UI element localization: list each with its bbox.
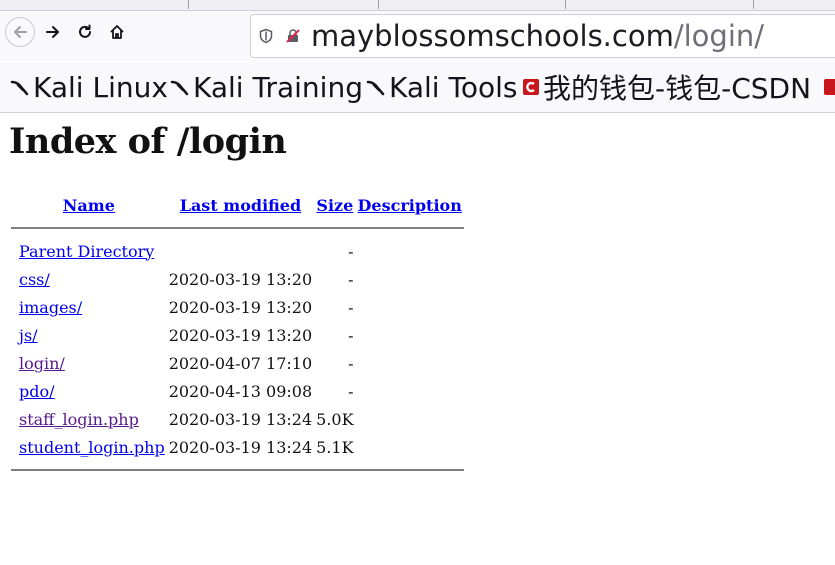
table-row: login/ 2020-04-07 17:10 - [11,349,464,377]
sort-by-description-link[interactable]: Description [358,196,462,215]
kali-dragon-icon [366,80,385,96]
tracking-shield-icon[interactable] [258,28,274,44]
modified-cell: 2020-03-19 13:20 [168,325,313,345]
description-cell [356,321,464,349]
csdn-icon [523,79,539,95]
modified-cell [167,237,314,265]
table-row: js/ 2020-03-19 13:20 - [11,321,464,349]
file-link[interactable]: student_login.php [19,438,165,457]
table-row: css/ 2020-03-19 13:20 - [11,265,464,293]
forward-arrow-icon [46,26,59,38]
table-row: Parent Directory - [11,237,464,265]
size-cell: 5.1K [316,437,354,457]
kali-dragon-icon [170,80,189,96]
size-cell: - [348,269,354,289]
bookmark-csdn-wallet[interactable]: 我的钱包-钱包-CSDN [522,70,812,105]
insecure-lock-icon[interactable] [285,28,301,44]
bookmark-kali-linux[interactable]: Kali Linux [10,70,168,104]
size-cell: 5.0K [316,409,354,429]
horizontal-rule [11,469,464,471]
tab-divider [565,0,566,9]
table-row: pdo/ 2020-04-13 09:08 - [11,377,464,405]
directory-link[interactable]: images/ [19,298,82,317]
directory-link[interactable]: css/ [19,270,50,289]
column-header-size: Size [314,191,355,219]
modified-cell: 2020-03-19 13:20 [168,269,313,289]
sort-by-size-link[interactable]: Size [316,196,353,215]
bookmarks-toolbar: Kali Linux Kali Training Kali Tools 我的钱包… [0,62,835,113]
url-text[interactable]: mayblossomschools.com/login/ [311,18,764,54]
column-header-description: Description [356,191,464,219]
sort-by-modified-link[interactable]: Last modified [180,196,301,215]
size-cell: - [348,353,354,373]
reload-icon [79,24,91,38]
kali-dragon-icon [10,80,29,96]
url-path: /login/ [673,19,765,53]
forward-button[interactable] [38,17,68,47]
table-row: student_login.php 2020-03-19 13:24 5.1K [11,433,464,461]
table-row: images/ 2020-03-19 13:20 - [11,293,464,321]
bookmark-label: Kali Linux [33,70,168,104]
modified-cell: 2020-04-07 17:10 [168,353,313,373]
bookmark-kali-training[interactable]: Kali Training [170,70,363,104]
sort-by-name-link[interactable]: Name [63,196,115,215]
home-icon [110,25,124,39]
modified-cell: 2020-03-19 13:24 [168,409,313,429]
description-cell [356,405,464,433]
size-cell: - [348,325,354,345]
description-cell [356,377,464,405]
navigation-toolbar: mayblossomschools.com/login/ [0,11,835,61]
directory-link[interactable]: js/ [19,326,38,345]
parent-directory-link[interactable]: Parent Directory [19,242,154,261]
code-bookmark-icon [824,79,835,95]
size-cell: - [348,297,354,317]
back-button[interactable] [5,17,35,47]
table-row: staff_login.php 2020-03-19 13:24 5.0K [11,405,464,433]
description-cell [356,433,464,461]
page-title: Index of /login [9,121,287,162]
column-header-name: Name [11,191,167,219]
horizontal-rule [11,227,464,229]
tab-divider [753,0,754,9]
directory-listing-table: Name Last modified Size Description Pare… [11,191,464,479]
tab-divider [188,0,189,9]
reload-button[interactable] [70,17,100,47]
column-header-modified: Last modified [167,191,314,219]
bookmark-label: 我的钱包-钱包-CSDN [543,72,812,105]
tab-strip [0,0,835,11]
size-cell: - [348,241,354,261]
file-link[interactable]: staff_login.php [19,410,139,429]
bookmark-overflow[interactable] [823,70,835,104]
description-cell [356,237,464,265]
separator-row [11,219,464,237]
url-host: mayblossomschools.com [311,19,674,53]
description-cell [356,265,464,293]
bookmark-label: Kali Tools [389,70,518,104]
separator-row [11,461,464,479]
description-cell [356,293,464,321]
tab-divider [378,0,379,9]
bookmark-label: Kali Training [193,70,363,104]
bookmark-kali-tools[interactable]: Kali Tools [366,70,517,104]
directory-link[interactable]: login/ [19,354,65,373]
table-header-row: Name Last modified Size Description [11,191,464,219]
modified-cell: 2020-03-19 13:20 [168,297,313,317]
modified-cell: 2020-04-13 09:08 [168,381,313,401]
url-bar[interactable]: mayblossomschools.com/login/ [250,14,835,58]
size-cell: - [348,381,354,401]
description-cell [356,349,464,377]
directory-link[interactable]: pdo/ [19,382,55,401]
back-arrow-icon [14,26,27,38]
home-button[interactable] [102,17,132,47]
modified-cell: 2020-03-19 13:24 [168,437,313,457]
